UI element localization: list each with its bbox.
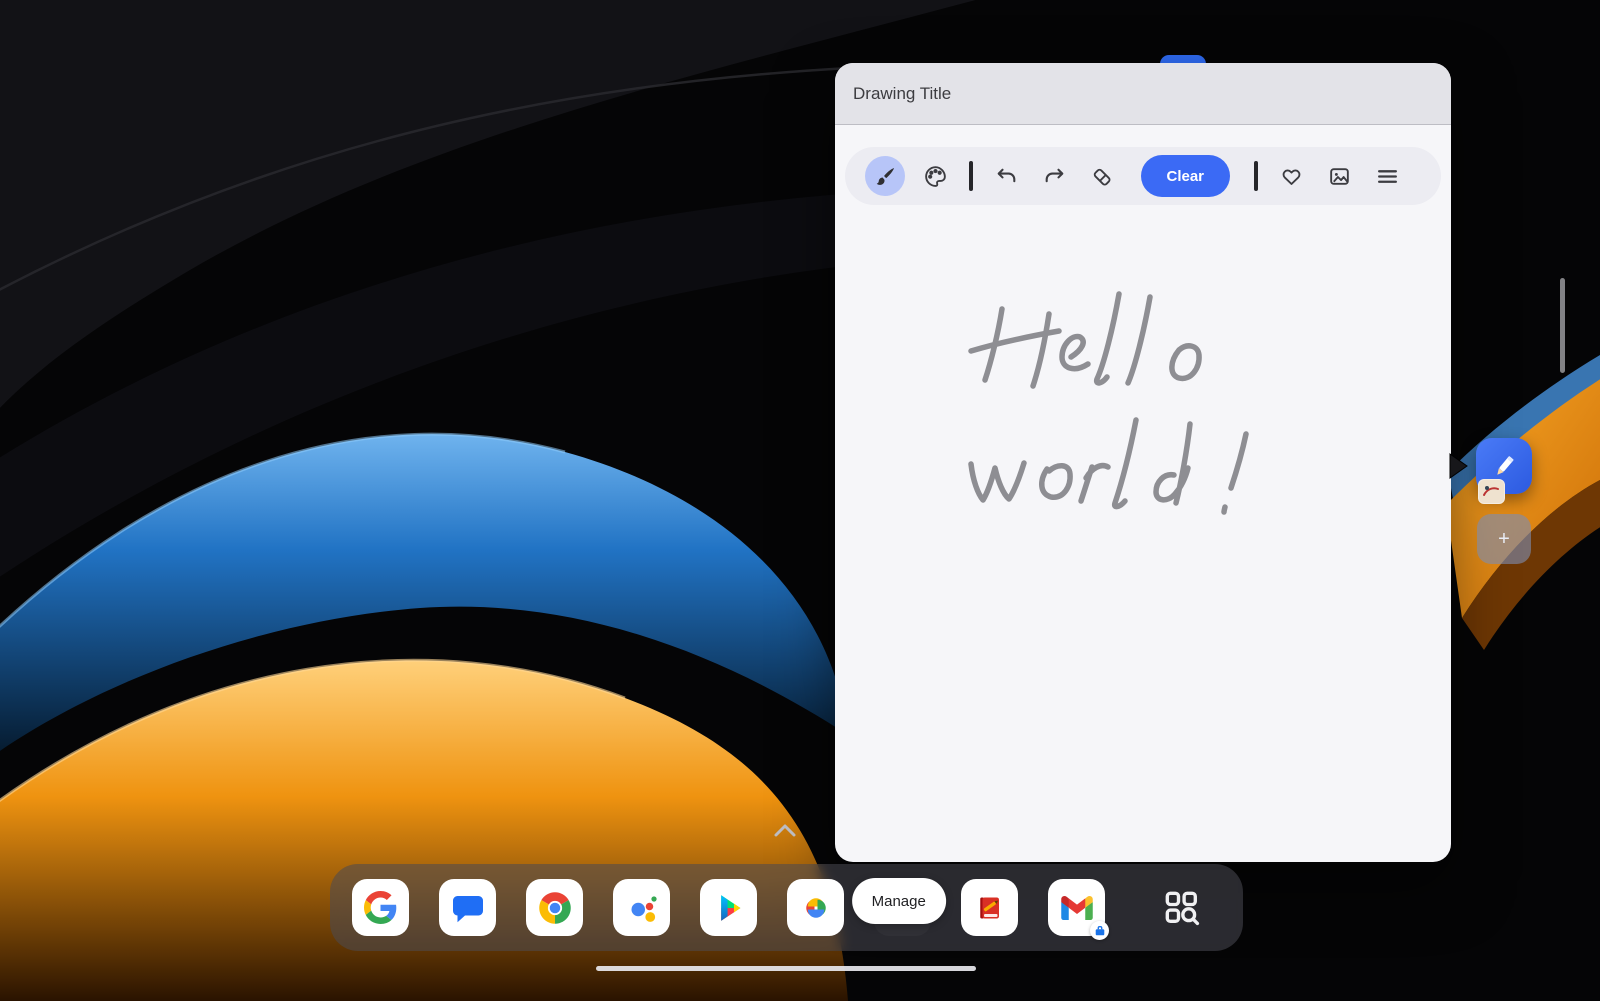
hamburger-menu-icon [1375, 164, 1400, 189]
redo-button[interactable] [1037, 158, 1073, 194]
google-icon [364, 891, 397, 924]
drawing-app-bubble[interactable] [1476, 438, 1532, 494]
eraser-icon [1090, 164, 1115, 189]
app-drawer-search-icon [1161, 887, 1203, 929]
bubble-sticker-icon [1478, 479, 1505, 504]
clear-button[interactable]: Clear [1141, 155, 1231, 197]
dock-app-gmail[interactable] [1048, 879, 1105, 936]
dock-app-chrome[interactable] [526, 879, 583, 936]
window-titlebar[interactable]: Drawing Title [835, 63, 1451, 125]
favorite-button[interactable] [1274, 158, 1310, 194]
window-title: Drawing Title [853, 84, 951, 104]
messages-icon [450, 890, 486, 926]
brush-icon [873, 164, 898, 189]
menu-button[interactable] [1370, 158, 1406, 194]
work-profile-badge-icon [1090, 921, 1109, 940]
dock-app-photos[interactable] [787, 879, 844, 936]
dock-app-drawer-search[interactable] [1153, 879, 1210, 936]
toolbar-divider [1254, 161, 1258, 191]
chrome-icon [537, 890, 573, 926]
dock-app-dictionary[interactable] [961, 879, 1018, 936]
gesture-navigation-bar[interactable] [596, 966, 976, 971]
undo-button[interactable] [989, 158, 1025, 194]
dock-app-messages[interactable] [439, 879, 496, 936]
gmail-icon [1059, 890, 1095, 926]
assistant-icon [624, 890, 660, 926]
dictionary-book-icon [972, 890, 1008, 926]
photos-icon [798, 890, 834, 926]
taskbar-expand-chevron-icon[interactable] [768, 820, 802, 840]
window-body: Clear [835, 126, 1451, 862]
eraser-button[interactable] [1085, 158, 1121, 194]
pencil-icon [1489, 451, 1519, 481]
handwriting-hello-world [971, 294, 1246, 512]
redo-icon [1042, 164, 1067, 189]
palette-tool-button[interactable] [917, 158, 953, 194]
drawing-window: Drawing Title [835, 63, 1451, 862]
drawing-toolbar: Clear [845, 147, 1441, 205]
taskbar-dock: Manage [330, 864, 1243, 951]
dock-app-assistant[interactable] [613, 879, 670, 936]
play-store-icon [712, 891, 746, 925]
manage-tooltip[interactable]: Manage [852, 878, 946, 924]
dock-app-managed[interactable]: Manage [874, 879, 931, 936]
palette-icon [923, 164, 948, 189]
image-icon [1327, 164, 1352, 189]
screen-edge-indicator [1560, 278, 1565, 373]
desktop: Drawing Title [0, 0, 1600, 1001]
mouse-cursor [1449, 452, 1469, 480]
add-bubble-button[interactable]: + [1477, 514, 1531, 564]
toolbar-divider [969, 161, 973, 191]
drawing-canvas[interactable] [835, 126, 1451, 862]
heart-icon [1279, 164, 1304, 189]
brush-tool-button[interactable] [865, 156, 905, 196]
dock-app-google-search[interactable] [352, 879, 409, 936]
insert-image-button[interactable] [1322, 158, 1358, 194]
undo-icon [994, 164, 1019, 189]
dock-app-play-store[interactable] [700, 879, 757, 936]
